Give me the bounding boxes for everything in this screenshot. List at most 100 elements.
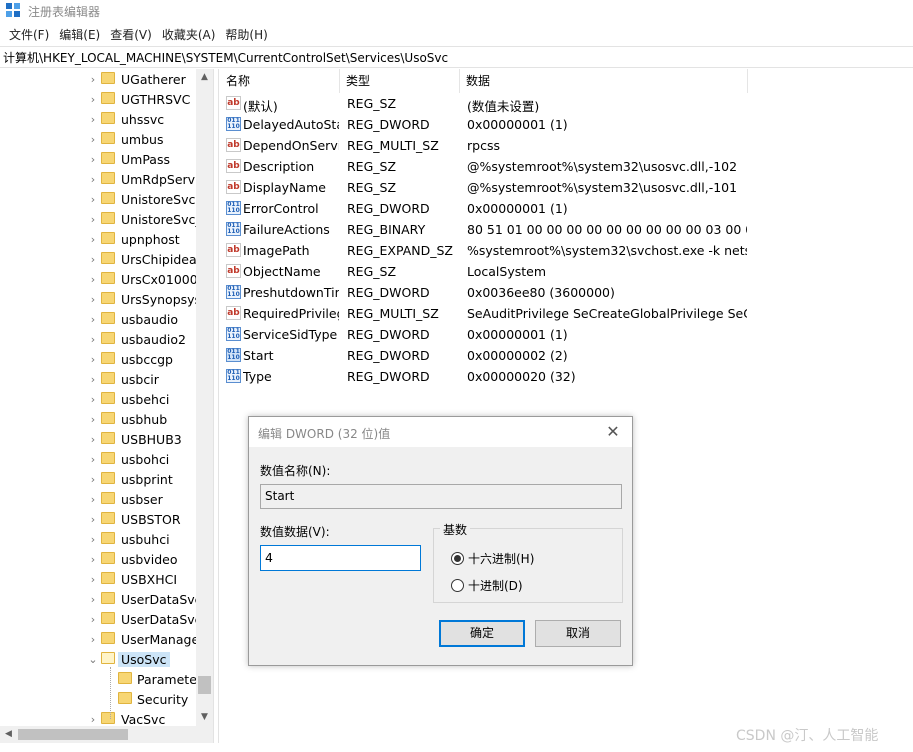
chevron-right-icon[interactable]: › <box>88 173 98 186</box>
chevron-right-icon[interactable]: › <box>88 193 98 206</box>
radio-unchecked-icon[interactable] <box>451 579 464 592</box>
tree-item[interactable]: › UmPass <box>0 149 196 169</box>
tree-item[interactable]: › upnphost <box>0 229 196 249</box>
close-icon[interactable]: ✕ <box>602 421 624 443</box>
chevron-right-icon[interactable]: › <box>88 613 98 626</box>
value-row[interactable]: 011 110 FailureActions REG_BINARY 80 51 01 0… <box>220 219 913 240</box>
radio-checked-icon[interactable] <box>451 552 464 565</box>
tree-item[interactable]: › usbcir <box>0 369 196 389</box>
tree-item[interactable]: › UnistoreSvc <box>0 189 196 209</box>
chevron-right-icon[interactable]: › <box>88 593 98 606</box>
menu-help[interactable]: 帮助(H) <box>220 26 272 43</box>
chevron-right-icon[interactable]: › <box>88 493 98 506</box>
tree-item[interactable]: › UmRdpService <box>0 169 196 189</box>
tree-item[interactable]: › UrsCx01000 <box>0 269 196 289</box>
value-row[interactable]: ab Description REG_SZ @%systemroot%\system3… <box>220 156 913 177</box>
chevron-right-icon[interactable]: › <box>88 133 98 146</box>
scroll-down-icon[interactable]: ▼ <box>196 709 213 726</box>
tree-item[interactable]: › usbaudio <box>0 309 196 329</box>
chevron-right-icon[interactable]: › <box>88 113 98 126</box>
tree-horizontal-scrollbar[interactable]: ◀ <box>0 726 196 743</box>
chevron-right-icon[interactable]: › <box>88 153 98 166</box>
value-row[interactable]: 011110PreshutdownTimeout REG_DWORD 0x0036e… <box>220 282 913 303</box>
value-row[interactable]: abDependOnService REG_MULTI_SZ rpcss <box>220 135 913 156</box>
chevron-right-icon[interactable]: › <box>88 573 98 586</box>
tree-item[interactable]: › usbuhci <box>0 529 196 549</box>
radio-hexadecimal[interactable]: 十六进制(H) <box>451 550 534 567</box>
value-row[interactable]: 011 110 Start REG_DWORD 0x00000002 (2) <box>220 345 913 366</box>
menu-favorites[interactable]: 收藏夹(A) <box>157 26 221 43</box>
tree-item[interactable]: › usbaudio2 <box>0 329 196 349</box>
tree-item[interactable]: Parameters <box>0 669 196 689</box>
chevron-right-icon[interactable]: › <box>88 213 98 226</box>
chevron-right-icon[interactable]: › <box>88 233 98 246</box>
tree-item[interactable]: › usbccgp <box>0 349 196 369</box>
chevron-right-icon[interactable]: › <box>88 533 98 546</box>
chevron-right-icon[interactable]: › <box>88 393 98 406</box>
value-row[interactable]: 011 110 ErrorControl REG_DWORD 0x00000001 (1… <box>220 198 913 219</box>
value-row[interactable]: 011 110 Type REG_DWORD 0x00000020 (32) <box>220 366 913 387</box>
address-bar[interactable]: 计算机\HKEY_LOCAL_MACHINE\SYSTEM\CurrentCon… <box>0 46 913 68</box>
tree-vertical-scrollbar[interactable]: ▲ ▼ <box>196 69 213 743</box>
value-row[interactable]: ab (默认) REG_SZ (数值未设置) <box>220 93 913 114</box>
chevron-right-icon[interactable]: › <box>88 713 98 726</box>
tree-item[interactable]: › UrsSynopsys <box>0 289 196 309</box>
chevron-right-icon[interactable]: › <box>88 293 98 306</box>
menu-view[interactable]: 查看(V) <box>105 26 157 43</box>
column-name-header[interactable]: 名称 <box>220 69 340 93</box>
tree-item[interactable]: › USBSTOR <box>0 509 196 529</box>
tree-item[interactable]: › umbus <box>0 129 196 149</box>
tree-item[interactable]: › UserManager <box>0 629 196 649</box>
value-row[interactable]: ab ObjectName REG_SZ LocalSystem <box>220 261 913 282</box>
value-row[interactable]: 011110DelayedAutoStart REG_DWORD 0x0000000… <box>220 114 913 135</box>
chevron-right-icon[interactable]: › <box>88 633 98 646</box>
menu-file[interactable]: 文件(F) <box>4 26 54 43</box>
value-row[interactable]: ab ImagePath REG_EXPAND_SZ %systemroot%\sys… <box>220 240 913 261</box>
chevron-right-icon[interactable]: › <box>88 273 98 286</box>
chevron-right-icon[interactable]: › <box>88 353 98 366</box>
tree-item[interactable]: › UserDataSvc_ <box>0 609 196 629</box>
hscroll-thumb[interactable] <box>18 729 128 740</box>
chevron-down-icon[interactable]: ⌄ <box>88 653 98 666</box>
tree-item[interactable]: › usbprint <box>0 469 196 489</box>
tree-item[interactable]: › UGTHRSVC <box>0 89 196 109</box>
menu-edit[interactable]: 编辑(E) <box>54 26 105 43</box>
chevron-right-icon[interactable]: › <box>88 93 98 106</box>
chevron-right-icon[interactable]: › <box>88 253 98 266</box>
tree-item[interactable]: › usbvideo <box>0 549 196 569</box>
value-row[interactable]: 011 110 ServiceSidType REG_DWORD 0x00000001 … <box>220 324 913 345</box>
ok-button[interactable]: 确定 <box>439 620 525 647</box>
chevron-right-icon[interactable]: › <box>88 453 98 466</box>
tree-item[interactable]: › UGatherer <box>0 69 196 89</box>
chevron-right-icon[interactable]: › <box>88 433 98 446</box>
chevron-right-icon[interactable]: › <box>88 373 98 386</box>
tree-item[interactable]: › USBXHCI <box>0 569 196 589</box>
tree-item[interactable]: Security <box>0 689 196 709</box>
chevron-right-icon[interactable]: › <box>88 513 98 526</box>
chevron-right-icon[interactable]: › <box>88 413 98 426</box>
tree-item[interactable]: › USBHUB3 <box>0 429 196 449</box>
value-data-input[interactable]: 4 <box>260 545 421 571</box>
chevron-right-icon[interactable]: › <box>88 73 98 86</box>
value-row[interactable]: ab DisplayName REG_SZ @%systemroot%\system3… <box>220 177 913 198</box>
scroll-left-icon[interactable]: ◀ <box>0 726 17 743</box>
chevron-right-icon[interactable]: › <box>88 333 98 346</box>
scroll-thumb[interactable] <box>198 676 211 694</box>
tree-item[interactable]: › UserDataSvc <box>0 589 196 609</box>
tree-item[interactable]: › UnistoreSvc_3 <box>0 209 196 229</box>
chevron-right-icon[interactable]: › <box>88 473 98 486</box>
tree-item[interactable]: › usbhub <box>0 409 196 429</box>
pane-splitter[interactable] <box>213 69 219 743</box>
tree-item[interactable]: › uhssvc <box>0 109 196 129</box>
column-type-header[interactable]: 类型 <box>340 69 460 93</box>
chevron-right-icon[interactable]: › <box>88 313 98 326</box>
column-data-header[interactable]: 数据 <box>460 69 748 93</box>
radio-decimal[interactable]: 十进制(D) <box>451 577 523 594</box>
scroll-up-icon[interactable]: ▲ <box>196 69 213 86</box>
value-row[interactable]: abRequiredPrivileges REG_MULTI_SZ SeAuditP… <box>220 303 913 324</box>
tree-item[interactable]: ⌄ UsoSvc <box>0 649 196 669</box>
tree-item[interactable]: › usbser <box>0 489 196 509</box>
chevron-right-icon[interactable]: › <box>88 553 98 566</box>
tree-item[interactable]: › UrsChipidea <box>0 249 196 269</box>
tree-item[interactable]: › usbehci <box>0 389 196 409</box>
